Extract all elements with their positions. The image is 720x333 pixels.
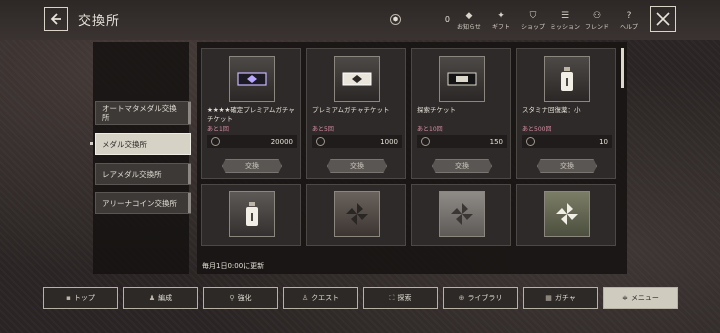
exchange-button[interactable]: 交換 — [327, 159, 387, 173]
nav-formation[interactable]: ♟ 編成 — [123, 287, 198, 309]
item-card[interactable]: プレミアムガチャチケット あと5回 1000 交換 — [306, 48, 406, 179]
item-card[interactable]: ★★★★確定プレミアムガチャチケット あと1回 20000 交換 — [201, 48, 301, 179]
exchange-button[interactable]: 交換 — [432, 159, 492, 173]
price-field: 10 — [522, 135, 612, 148]
currency-display: ⬢ 0 — [390, 11, 450, 27]
nav-gacha[interactable]: ▦ ガチャ — [523, 287, 598, 309]
back-arrow-icon — [50, 13, 61, 25]
exchange-button[interactable]: 交換 — [537, 159, 597, 173]
sidebar-panel — [93, 42, 189, 274]
close-icon — [656, 12, 670, 26]
news-button[interactable]: ◆ お知らせ — [453, 10, 485, 31]
potion-icon — [544, 56, 590, 102]
back-button[interactable] — [44, 7, 68, 31]
gacha-icon: ▦ — [545, 294, 552, 302]
item-card[interactable]: スタミナ回復薬：小 あと500回 10 交換 — [516, 48, 616, 179]
page-title: 交換所 — [78, 14, 121, 29]
medal-icon — [421, 137, 430, 146]
mission-icon: ☰ — [560, 11, 570, 21]
nav-enhance[interactable]: ⚲ 強化 — [203, 287, 278, 309]
ticket-icon — [439, 56, 485, 102]
medal-icon: ⬢ — [390, 13, 401, 25]
menu-icon: ≑ — [622, 294, 628, 302]
refresh-note: 毎月1日0:00に更新 — [202, 262, 265, 270]
friend-button[interactable]: ⚇ フレンド — [581, 10, 613, 31]
price-field: 1000 — [312, 135, 402, 148]
friend-icon: ⚇ — [592, 11, 602, 21]
medal-icon — [316, 137, 325, 146]
nav-menu[interactable]: ≑ メニュー — [603, 287, 678, 309]
explore-icon: ⛶ — [389, 293, 395, 302]
shop-icon: ⛉ — [529, 11, 537, 21]
enhance-icon: ⚲ — [229, 294, 235, 302]
ticket-icon — [229, 56, 275, 102]
gift-button[interactable]: ✦ ギフト — [485, 10, 517, 31]
help-icon: ? — [626, 11, 632, 21]
shop-button[interactable]: ⛉ ショップ — [517, 10, 549, 31]
material-icon — [439, 191, 485, 237]
nav-explore[interactable]: ⛶ 探索 — [363, 287, 438, 309]
active-indicator — [90, 142, 93, 145]
nav-top[interactable]: ▪ トップ — [43, 287, 118, 309]
price-field: 150 — [417, 135, 507, 148]
exchange-button[interactable]: 交換 — [222, 159, 282, 173]
home-icon: ▪ — [66, 294, 71, 302]
medal-icon — [211, 137, 220, 146]
material-icon — [544, 191, 590, 237]
library-icon: ⊕ — [458, 294, 465, 302]
item-card[interactable] — [411, 184, 511, 246]
nav-library[interactable]: ⊕ ライブラリ — [443, 287, 518, 309]
close-button[interactable] — [650, 6, 676, 32]
sidebar-item-automata-medal[interactable]: オートマタメダル交換所 — [95, 101, 191, 125]
medal-icon — [526, 137, 535, 146]
help-button[interactable]: ? ヘルプ — [613, 10, 645, 31]
item-card[interactable] — [516, 184, 616, 246]
potion-icon — [229, 191, 275, 237]
ticket-icon — [334, 56, 380, 102]
price-field: 20000 — [207, 135, 297, 148]
sidebar-item-rare-medal[interactable]: レアメダル交換所 — [95, 163, 191, 185]
sidebar-item-arena-coin[interactable]: アリーナコイン交換所 — [95, 192, 191, 214]
nav-quest[interactable]: ♙ クエスト — [283, 287, 358, 309]
currency-value: 0 — [444, 14, 450, 24]
item-card[interactable]: 探索チケット あと10回 150 交換 — [411, 48, 511, 179]
news-icon: ◆ — [465, 11, 473, 21]
quest-icon: ♙ — [301, 294, 309, 302]
scrollbar[interactable] — [621, 48, 624, 88]
item-card[interactable] — [201, 184, 301, 246]
material-icon — [334, 191, 380, 237]
gift-icon: ✦ — [497, 11, 505, 21]
mission-button[interactable]: ☰ ミッション — [549, 10, 581, 31]
item-card[interactable] — [306, 184, 406, 246]
sidebar-item-medal[interactable]: メダル交換所 — [95, 133, 191, 155]
formation-icon: ♟ — [148, 294, 156, 302]
